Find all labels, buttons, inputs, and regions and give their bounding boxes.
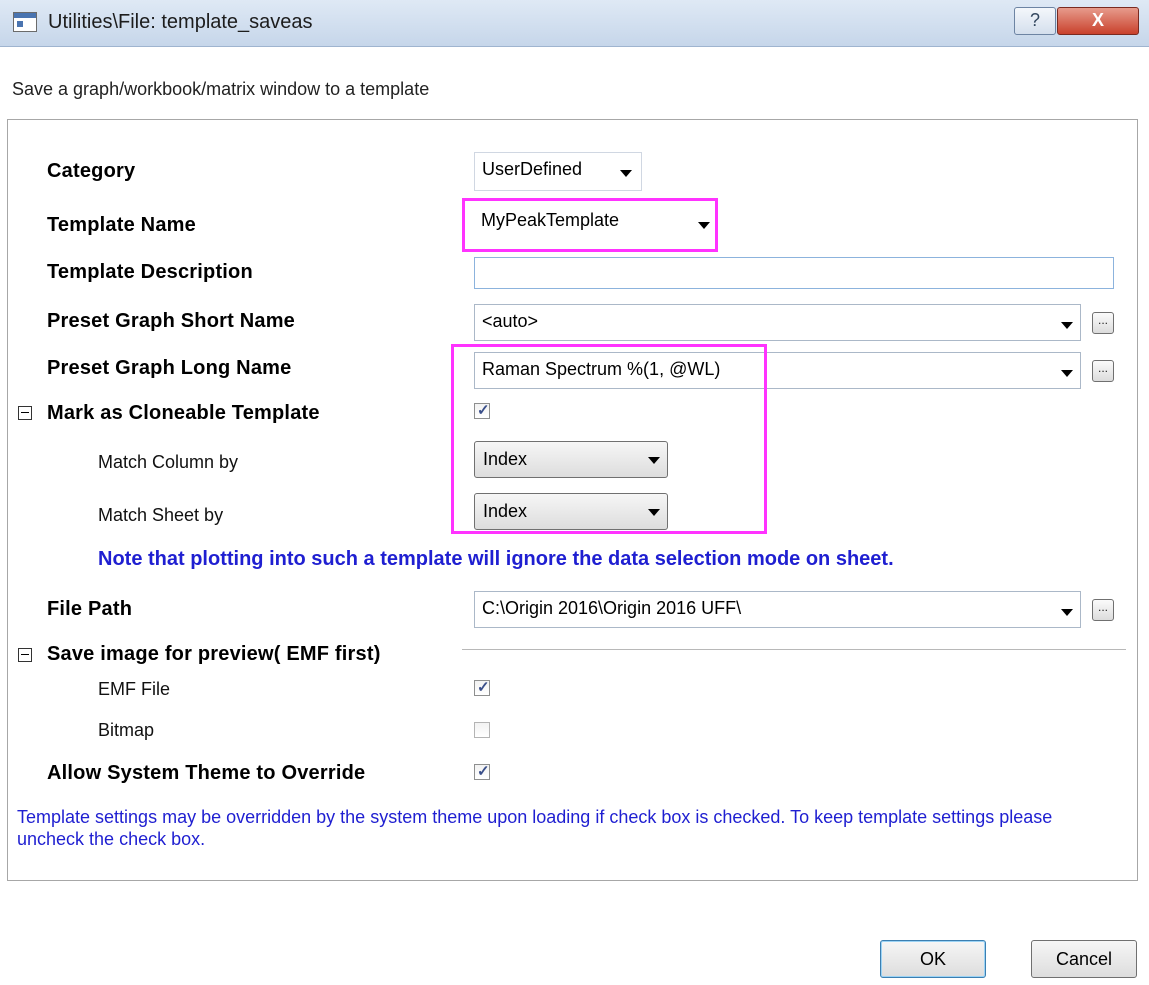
match-sheet-dropdown[interactable]: Index [474,493,668,530]
preset-long-name-label: Preset Graph Long Name [47,357,292,379]
allow-theme-checkbox[interactable]: ✓ [474,763,490,780]
ok-button[interactable]: OK [880,940,986,978]
match-column-value: Index [483,449,528,469]
preset-short-name-browse-button[interactable]: ... [1092,312,1114,334]
checkmark-icon: ✓ [477,402,490,419]
cloneable-checkbox[interactable]: ✓ [474,402,490,419]
section-divider [462,649,1126,650]
template-description-label: Template Description [47,261,253,283]
match-column-dropdown[interactable]: Index [474,441,668,478]
match-column-label: Match Column by [98,452,239,472]
template-name-dropdown[interactable]: MyPeakTemplate [473,203,715,243]
cancel-button[interactable]: Cancel [1031,940,1137,978]
preset-short-name-value: <auto> [482,311,539,331]
file-path-dropdown[interactable]: C:\Origin 2016\Origin 2016 UFF\ [474,591,1081,628]
cloneable-note: Note that plotting into such a template … [98,548,894,570]
category-label: Category [47,160,136,182]
cloneable-label: Mark as Cloneable Template [47,402,320,424]
file-path-browse-button[interactable]: ... [1092,599,1114,621]
chevron-down-icon [620,170,632,177]
collapse-minus-icon[interactable] [18,406,32,420]
chevron-down-icon [698,222,710,229]
theme-note: Template settings may be overridden by t… [17,807,1053,849]
preset-short-name-label: Preset Graph Short Name [47,310,296,332]
bitmap-checkbox[interactable] [474,722,490,738]
template-description-input[interactable] [474,257,1114,289]
file-path-label: File Path [47,598,133,620]
checkmark-icon: ✓ [477,679,490,696]
save-image-label: Save image for preview( EMF first) [47,643,381,665]
category-dropdown[interactable]: UserDefined [474,152,642,191]
window-title: Utilities\File: template_saveas [48,11,313,33]
collapse-minus-icon[interactable] [18,648,32,662]
preset-long-name-browse-button[interactable]: ... [1092,360,1114,382]
category-value: UserDefined [482,159,583,179]
chevron-down-icon [648,509,660,516]
emf-file-checkbox[interactable]: ✓ [474,679,490,696]
chevron-down-icon [1061,609,1073,616]
close-button[interactable]: X [1057,7,1139,35]
match-sheet-label: Match Sheet by [98,505,224,525]
chevron-down-icon [1061,370,1073,377]
chevron-down-icon [1061,322,1073,329]
template-name-value: MyPeakTemplate [481,210,620,230]
emf-file-label: EMF File [98,679,170,699]
checkmark-icon: ✓ [477,763,490,780]
allow-theme-label: Allow System Theme to Override [47,762,366,784]
file-path-value: C:\Origin 2016\Origin 2016 UFF\ [482,598,742,618]
help-button[interactable]: ? [1014,7,1056,35]
app-window-icon [13,12,37,32]
dialog-description: Save a graph/workbook/matrix window to a… [12,79,430,99]
bitmap-label: Bitmap [98,720,155,740]
chevron-down-icon [648,457,660,464]
preset-short-name-dropdown[interactable]: <auto> [474,304,1081,341]
match-sheet-value: Index [483,501,528,521]
template-name-label: Template Name [47,214,196,236]
